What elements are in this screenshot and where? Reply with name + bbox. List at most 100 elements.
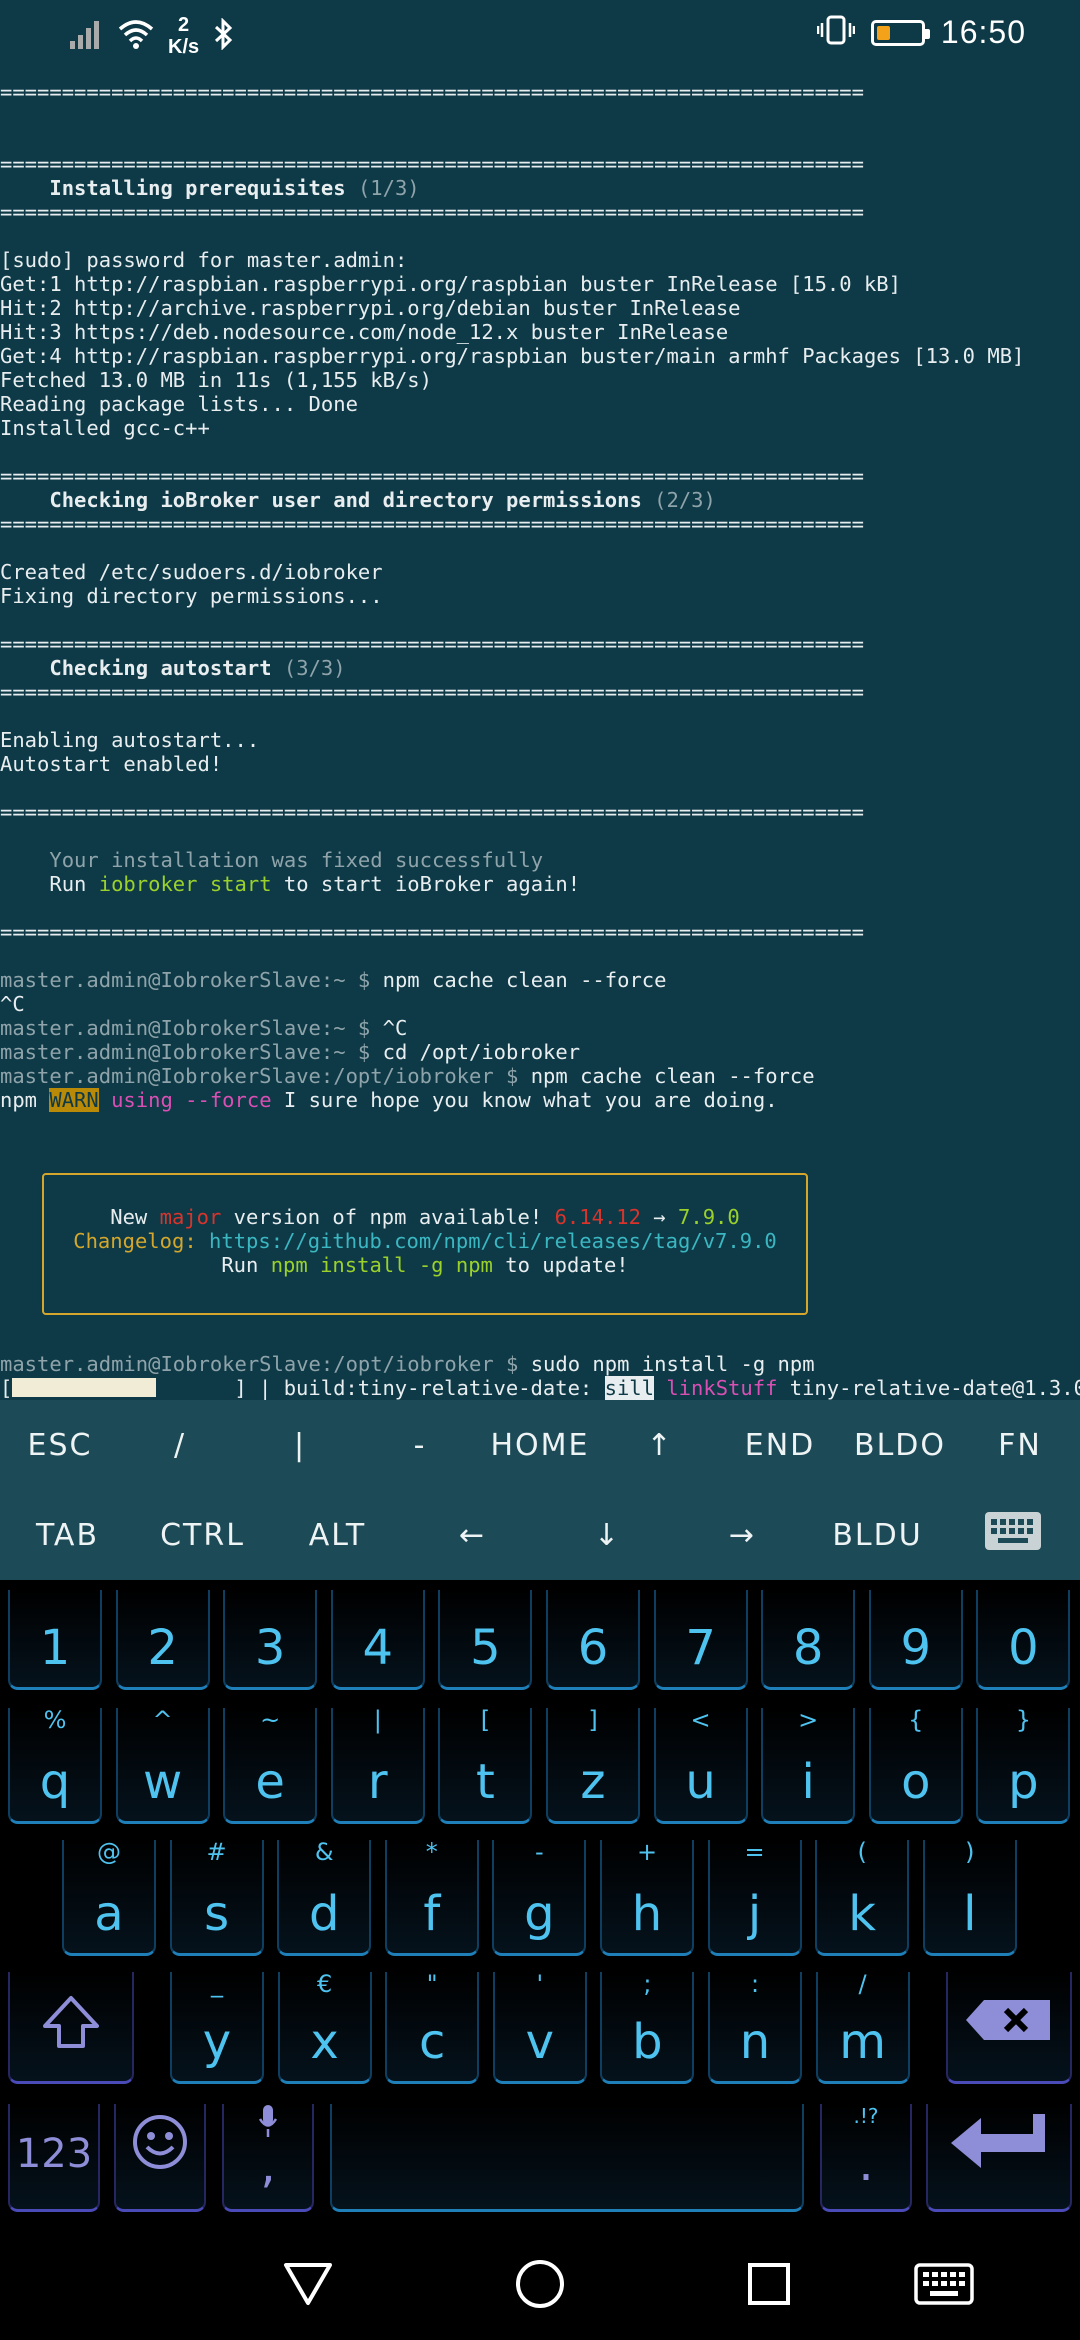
key-label: o: [901, 1754, 931, 1810]
key-9[interactable]: 9: [868, 1590, 963, 1690]
output-line: ^C: [0, 992, 25, 1016]
notice-version-line: New major version of npm available! 6.14…: [110, 1205, 740, 1229]
key-8[interactable]: 8: [761, 1590, 856, 1690]
recents-square-icon: [747, 2262, 791, 2310]
key-x[interactable]: € x: [277, 1970, 372, 2084]
key-u[interactable]: < u: [653, 1706, 748, 1824]
space-key[interactable]: [330, 2104, 804, 2212]
key-e[interactable]: ~ e: [223, 1706, 318, 1824]
key-j[interactable]: = j: [707, 1838, 802, 1956]
key-n[interactable]: :n: [708, 1970, 802, 2084]
extra-key-left[interactable]: ←: [405, 1490, 540, 1580]
keyboard-hide-button[interactable]: [914, 2258, 974, 2314]
key-secondary-label: #: [206, 1838, 227, 1866]
terminal-output[interactable]: ========================================…: [0, 80, 1080, 1400]
extra-key-right[interactable]: →: [675, 1490, 810, 1580]
key-label: 9: [900, 1620, 932, 1676]
key-a[interactable]: @ a: [62, 1838, 156, 1956]
shift-key[interactable]: [8, 1972, 134, 2084]
extra-key-ctrl[interactable]: CTRL: [135, 1490, 270, 1580]
extra-key-end[interactable]: END: [720, 1400, 840, 1490]
key-m[interactable]: / m: [815, 1970, 910, 2084]
key-3[interactable]: 3: [223, 1590, 318, 1690]
terminal-extra-keys: ESC / | - HOME ↑ END BLDO FN TAB CTRL AL…: [0, 1400, 1080, 1580]
key-secondary-label: -: [535, 1838, 544, 1866]
key-b[interactable]: ; b: [600, 1970, 695, 2084]
home-button[interactable]: [512, 2258, 568, 2314]
bluetooth-icon: [213, 16, 235, 55]
key-4[interactable]: 4: [330, 1590, 425, 1690]
key-6[interactable]: 6: [546, 1590, 640, 1690]
warn-badge: WARN: [49, 1088, 99, 1112]
period-key[interactable]: .!? .: [820, 2104, 912, 2212]
backspace-key[interactable]: [946, 1972, 1072, 2084]
key-d[interactable]: & d: [277, 1838, 372, 1956]
output-line: Hit:2 http://archive.raspberrypi.org/deb…: [0, 296, 741, 320]
key-label: a: [94, 1886, 124, 1942]
extra-key-slash[interactable]: /: [120, 1400, 240, 1490]
key-1[interactable]: 1: [8, 1590, 102, 1690]
separator-line: ========================================…: [0, 920, 864, 944]
key-label: u: [685, 1754, 716, 1810]
key-7[interactable]: 7: [653, 1590, 748, 1690]
comma-key[interactable]: ,: [222, 2104, 314, 2212]
extra-key-bldu[interactable]: BLDU: [810, 1490, 945, 1580]
separator-line: ========================================…: [0, 464, 864, 488]
key-z[interactable]: ] z: [546, 1706, 640, 1824]
enter-key[interactable]: [926, 2104, 1072, 2212]
numbers-toggle-key[interactable]: 123: [8, 2104, 100, 2212]
key-secondary-label: ": [426, 1970, 438, 1998]
emoji-key[interactable]: [114, 2104, 206, 2212]
output-line: Enabling autostart...: [0, 728, 260, 752]
key-v[interactable]: ' v: [492, 1970, 587, 2084]
command-line: master.admin@IobrokerSlave:/opt/iobroker…: [0, 1064, 815, 1088]
key-2[interactable]: 2: [115, 1590, 210, 1690]
command-line: master.admin@IobrokerSlave:/opt/iobroker…: [0, 1352, 815, 1376]
extra-key-fn[interactable]: FN: [960, 1400, 1080, 1490]
key-c[interactable]: " c: [385, 1970, 480, 2084]
key-5[interactable]: 5: [438, 1590, 533, 1690]
key-r[interactable]: | r: [330, 1706, 425, 1824]
key-t[interactable]: [t: [438, 1706, 533, 1824]
extra-key-up[interactable]: ↑: [600, 1400, 720, 1490]
changelog-link[interactable]: https://github.com/npm/cli/releases/tag/…: [209, 1229, 777, 1253]
key-o[interactable]: {o: [868, 1706, 963, 1824]
emoji-icon: [116, 2114, 204, 2179]
backspace-icon: [948, 1998, 1070, 2051]
extra-key-tab[interactable]: TAB: [0, 1490, 135, 1580]
key-label: w: [142, 1754, 183, 1810]
key-secondary-label: [: [480, 1706, 491, 1734]
back-button[interactable]: [280, 2258, 336, 2314]
key-label: 0: [1008, 1620, 1039, 1676]
extra-key-dash[interactable]: -: [360, 1400, 480, 1490]
key-y[interactable]: _ y: [170, 1970, 264, 2084]
key-label: 6: [577, 1620, 609, 1676]
key-q[interactable]: % q: [8, 1706, 102, 1824]
key-h[interactable]: + h: [600, 1838, 694, 1956]
key-secondary-label: }: [1015, 1706, 1032, 1734]
key-w[interactable]: ^ w: [115, 1706, 210, 1824]
extra-key-pipe[interactable]: |: [240, 1400, 360, 1490]
command-line: master.admin@IobrokerSlave:~ $ ^C: [0, 1016, 408, 1040]
key-0[interactable]: 0: [976, 1590, 1071, 1690]
output-line: [sudo] password for master.admin:: [0, 248, 408, 272]
key-g[interactable]: -g: [492, 1838, 587, 1956]
home-circle-icon: [515, 2259, 565, 2313]
extra-key-down[interactable]: ↓: [540, 1490, 675, 1580]
key-f[interactable]: * f: [384, 1838, 479, 1956]
progress-bar: [12, 1378, 157, 1397]
extra-key-esc[interactable]: ESC: [0, 1400, 120, 1490]
extra-key-home[interactable]: HOME: [480, 1400, 600, 1490]
key-l[interactable]: ) l: [922, 1838, 1017, 1956]
key-p[interactable]: } p: [976, 1706, 1071, 1824]
key-k[interactable]: (k: [815, 1838, 910, 1956]
recents-button[interactable]: [741, 2258, 797, 2314]
key-i[interactable]: > i: [761, 1706, 856, 1824]
extra-key-bldo[interactable]: BLDO: [840, 1400, 960, 1490]
extra-key-alt[interactable]: ALT: [270, 1490, 405, 1580]
keyboard-toggle-button[interactable]: [945, 1490, 1080, 1580]
key-secondary-label: &: [314, 1838, 334, 1866]
key-label: 2: [147, 1620, 178, 1676]
key-s[interactable]: # s: [169, 1838, 264, 1956]
command-line: master.admin@IobrokerSlave:~ $ cd /opt/i…: [0, 1040, 581, 1064]
